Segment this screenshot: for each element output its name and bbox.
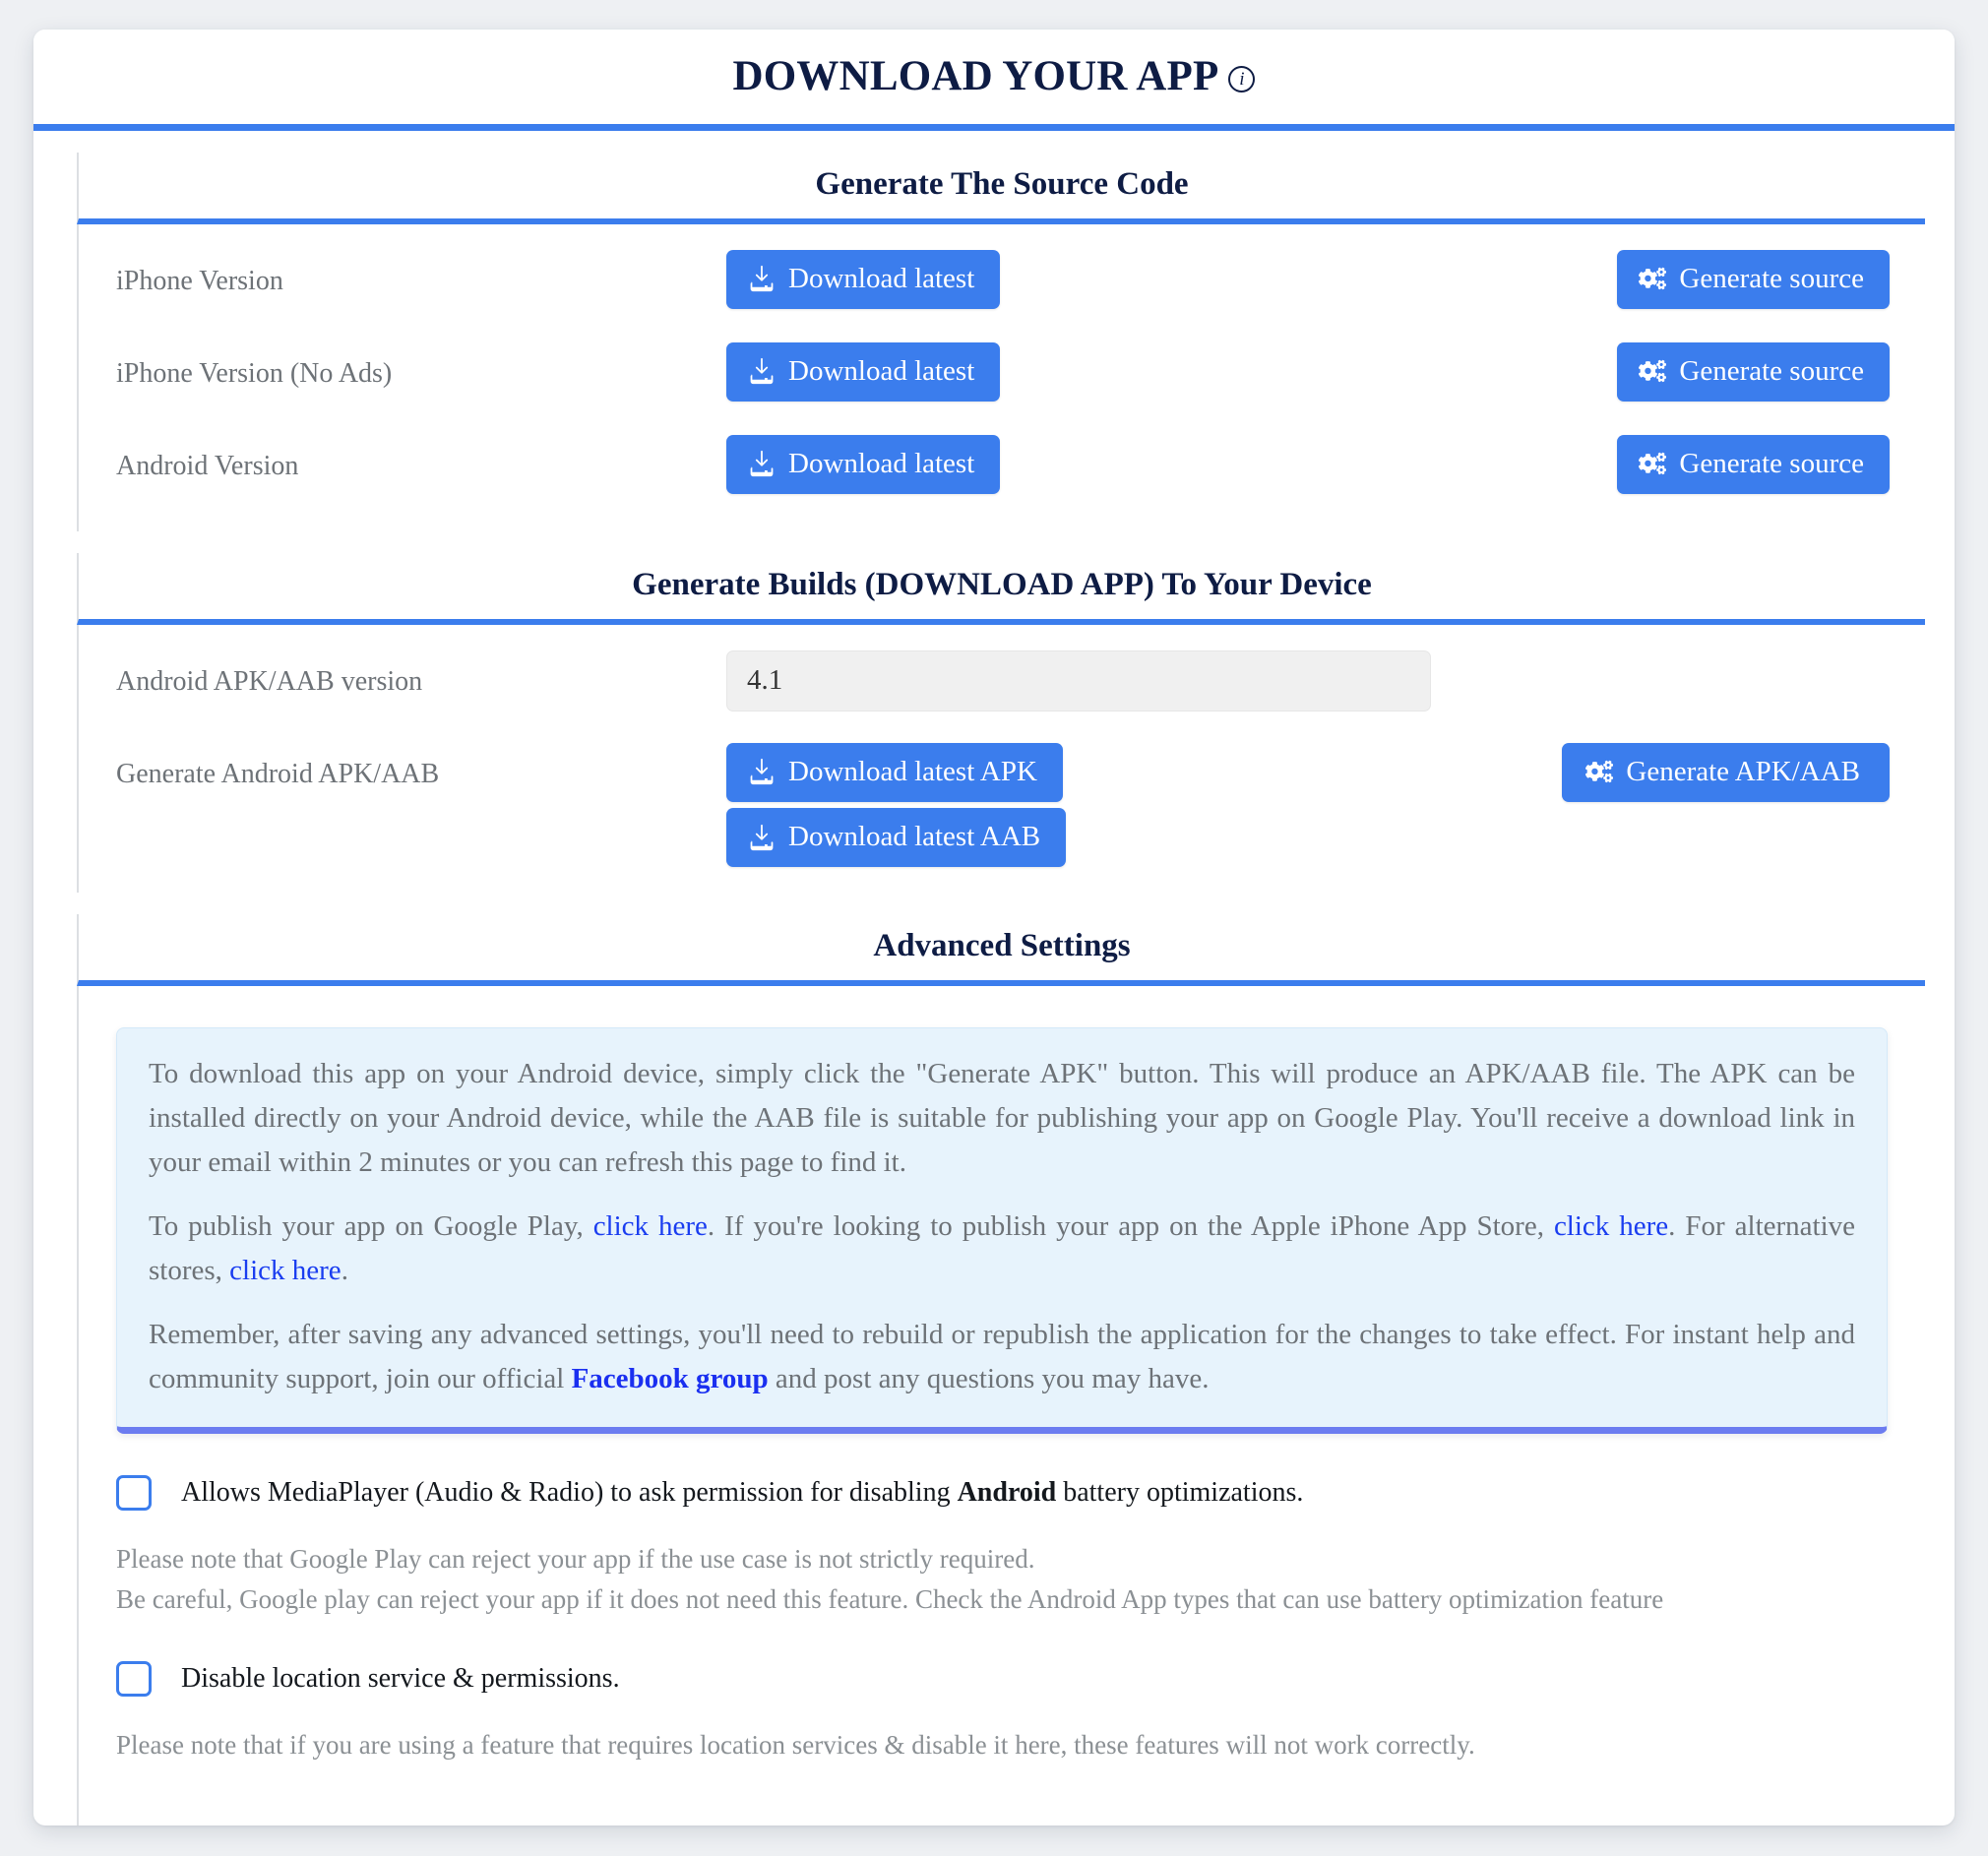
battery-optimization-row: Allows MediaPlayer (Audio & Radio) to as…: [116, 1475, 1888, 1512]
battery-optimization-notes: Please note that Google Play can reject …: [116, 1540, 1888, 1619]
battery-optimization-block: Allows MediaPlayer (Audio & Radio) to as…: [79, 1475, 1925, 1620]
download-latest-android-button[interactable]: Download latest: [726, 434, 1001, 494]
battery-note-1: Please note that Google Play can reject …: [116, 1544, 1035, 1575]
label-apk-version: Android APK/AAB version: [116, 665, 423, 697]
facebook-group-link[interactable]: Facebook group: [572, 1363, 769, 1394]
disable-location-checkbox[interactable]: [116, 1660, 152, 1697]
cogs-icon: [1585, 758, 1614, 785]
row-mid-iphone-no-ads: Download latest: [726, 341, 1415, 402]
generate-source-iphone-no-ads-label: Generate source: [1679, 354, 1864, 387]
generate-source-iphone-button[interactable]: Generate source: [1617, 249, 1890, 309]
alternative-stores-link[interactable]: click here: [229, 1255, 342, 1286]
page-title: DOWNLOAD YOUR APP i: [733, 51, 1256, 102]
row-right-generate-apk-aab: Generate APK/AAB: [1415, 742, 1899, 802]
row-mid-generate-apk-aab: Download latest APK Download latest AAB: [726, 742, 1415, 868]
generate-apk-aab-label: Generate APK/AAB: [1626, 755, 1860, 787]
battery-label-bold: Android: [957, 1476, 1057, 1508]
download-icon: [748, 265, 776, 292]
battery-label-a: Allows MediaPlayer (Audio & Radio) to as…: [181, 1476, 958, 1508]
section-body-advanced: To download this app on your Android dev…: [77, 986, 1925, 1826]
generate-source-iphone-no-ads-button[interactable]: Generate source: [1617, 341, 1890, 402]
generate-source-iphone-label: Generate source: [1679, 262, 1864, 294]
alert-p2-text-a: To publish your app on Google Play,: [149, 1210, 593, 1243]
alert-paragraph-2: To publish your app on Google Play, clic…: [149, 1205, 1855, 1293]
location-service-row: Disable location service & permissions.: [116, 1660, 1888, 1697]
disable-location-label[interactable]: Disable location service & permissions.: [181, 1661, 620, 1697]
row-iphone-version-no-ads: iPhone Version (No Ads) Download latest: [79, 341, 1925, 413]
section-title-advanced: Advanced Settings: [873, 928, 1131, 964]
row-right-iphone-no-ads: Generate source: [1415, 341, 1899, 402]
label-iphone-version: iPhone Version: [116, 265, 283, 296]
label-iphone-version-no-ads: iPhone Version (No Ads): [116, 357, 393, 389]
advanced-info-alert: To download this app on your Android dev…: [116, 1027, 1888, 1434]
section-generate-builds: Generate Builds (DOWNLOAD APP) To Your D…: [77, 552, 1925, 894]
page-title-text: DOWNLOAD YOUR APP: [732, 53, 1219, 99]
download-icon: [748, 357, 776, 385]
row-right-iphone-version: Generate source: [1415, 249, 1899, 309]
row-apk-version: Android APK/AAB version: [79, 650, 1925, 721]
google-play-publish-link[interactable]: click here: [593, 1210, 708, 1242]
label-android-version: Android Version: [116, 450, 299, 481]
page-wrapper: DOWNLOAD YOUR APP i Generate The Source C…: [0, 0, 1988, 1856]
generate-source-android-button[interactable]: Generate source: [1617, 434, 1890, 494]
download-latest-android-label: Download latest: [788, 447, 975, 479]
apk-version-input[interactable]: [726, 650, 1431, 711]
download-latest-apk-button[interactable]: Download latest APK: [726, 742, 1063, 802]
row-right-android-version: Generate source: [1415, 434, 1899, 494]
battery-note-2: Be careful, Google play can reject your …: [116, 1584, 1664, 1615]
section-header-source-code: Generate The Source Code: [77, 152, 1925, 224]
section-generate-source-code: Generate The Source Code iPhone Version …: [77, 152, 1925, 531]
card-header: DOWNLOAD YOUR APP i: [33, 30, 1955, 131]
alert-p2-text-b: . If you're looking to publish your app …: [707, 1210, 1554, 1243]
alert-paragraph-1: To download this app on your Android dev…: [149, 1058, 1855, 1179]
row-mid-android-version: Download latest: [726, 434, 1415, 494]
download-app-card: DOWNLOAD YOUR APP i Generate The Source C…: [33, 30, 1955, 1826]
download-latest-apk-label: Download latest APK: [788, 755, 1037, 787]
generate-apk-aab-button[interactable]: Generate APK/AAB: [1562, 742, 1890, 802]
row-iphone-version: iPhone Version Download latest Generate …: [79, 249, 1925, 321]
download-latest-iphone-no-ads-label: Download latest: [788, 354, 975, 387]
section-body-source-code: iPhone Version Download latest Generate …: [77, 223, 1925, 531]
section-header-advanced: Advanced Settings: [77, 914, 1925, 987]
alert-p3-text-b: and post any questions you may have.: [768, 1362, 1210, 1394]
location-service-block: Disable location service & permissions. …: [79, 1660, 1925, 1765]
section-advanced-settings: Advanced Settings To download this app o…: [77, 914, 1925, 1826]
location-note-1: Please note that if you are using a feat…: [116, 1729, 1475, 1760]
cogs-icon: [1639, 450, 1667, 477]
cogs-icon: [1639, 265, 1667, 292]
section-header-builds: Generate Builds (DOWNLOAD APP) To Your D…: [77, 552, 1925, 625]
battery-optimization-label[interactable]: Allows MediaPlayer (Audio & Radio) to as…: [181, 1475, 1303, 1511]
download-latest-iphone-label: Download latest: [788, 262, 975, 294]
alert-paragraph-3: Remember, after saving any advanced sett…: [149, 1313, 1855, 1401]
cogs-icon: [1639, 357, 1667, 385]
location-service-notes: Please note that if you are using a feat…: [116, 1726, 1888, 1764]
section-body-builds: Android APK/AAB version Generate Android…: [77, 624, 1925, 894]
app-store-publish-link[interactable]: click here: [1554, 1210, 1668, 1242]
download-icon: [748, 450, 776, 477]
row-android-version: Android Version Download latest Generate…: [79, 434, 1925, 506]
row-mid-iphone-version: Download latest: [726, 249, 1415, 309]
download-latest-aab-button[interactable]: Download latest AAB: [726, 807, 1067, 868]
section-title-builds: Generate Builds (DOWNLOAD APP) To Your D…: [632, 566, 1372, 602]
download-latest-iphone-no-ads-button[interactable]: Download latest: [726, 341, 1001, 402]
battery-optimization-checkbox[interactable]: [116, 1475, 152, 1512]
download-icon: [748, 758, 776, 785]
row-generate-apk-aab: Generate Android APK/AAB Download latest…: [79, 742, 1925, 868]
download-icon: [748, 824, 776, 851]
generate-source-android-label: Generate source: [1679, 447, 1864, 479]
label-generate-apk-aab: Generate Android APK/AAB: [116, 758, 440, 789]
download-latest-aab-label: Download latest AAB: [788, 820, 1041, 852]
download-latest-iphone-button[interactable]: Download latest: [726, 249, 1001, 309]
alert-p2-text-d: .: [341, 1255, 348, 1287]
section-title-source-code: Generate The Source Code: [815, 165, 1189, 202]
row-mid-apk-version: [726, 650, 1431, 711]
info-icon[interactable]: i: [1228, 66, 1256, 93]
battery-label-b: battery optimizations.: [1056, 1476, 1304, 1508]
